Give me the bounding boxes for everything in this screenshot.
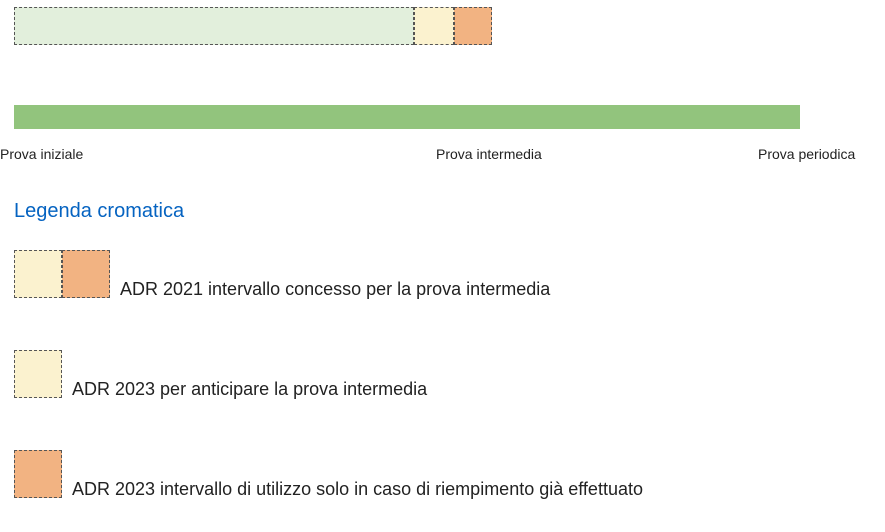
orange-interval-segment xyxy=(454,7,492,45)
cream-interval-segment xyxy=(414,7,454,45)
legend-item-2: ADR 2023 per anticipare la prova interme… xyxy=(14,350,427,398)
legend-item-3-label: ADR 2023 intervallo di utilizzo solo in … xyxy=(72,480,643,498)
swatch-cream-icon xyxy=(14,350,62,398)
legend-item-2-label: ADR 2023 per anticipare la prova interme… xyxy=(72,380,427,398)
base-period-segment xyxy=(14,7,414,45)
timeline-label-start: Prova iniziale xyxy=(0,146,83,162)
timeline-label-mid: Prova intermedia xyxy=(436,146,542,162)
timeline-label-end: Prova periodica xyxy=(758,146,855,162)
legend-swatch-cream-orange xyxy=(14,250,110,298)
legend-swatch-orange-only xyxy=(14,450,62,498)
interval-bar-group xyxy=(14,7,494,45)
legend-item-1-label: ADR 2021 intervallo concesso per la prov… xyxy=(120,280,550,298)
legend-swatch-cream-only xyxy=(14,350,62,398)
legend-title: Legenda cromatica xyxy=(14,200,184,223)
legend-item-3: ADR 2023 intervallo di utilizzo solo in … xyxy=(14,450,643,498)
swatch-orange-icon xyxy=(14,450,62,498)
swatch-orange-icon xyxy=(62,250,110,298)
full-period-bar xyxy=(14,105,800,129)
swatch-cream-icon xyxy=(14,250,62,298)
legend-item-1: ADR 2021 intervallo concesso per la prov… xyxy=(14,250,550,298)
